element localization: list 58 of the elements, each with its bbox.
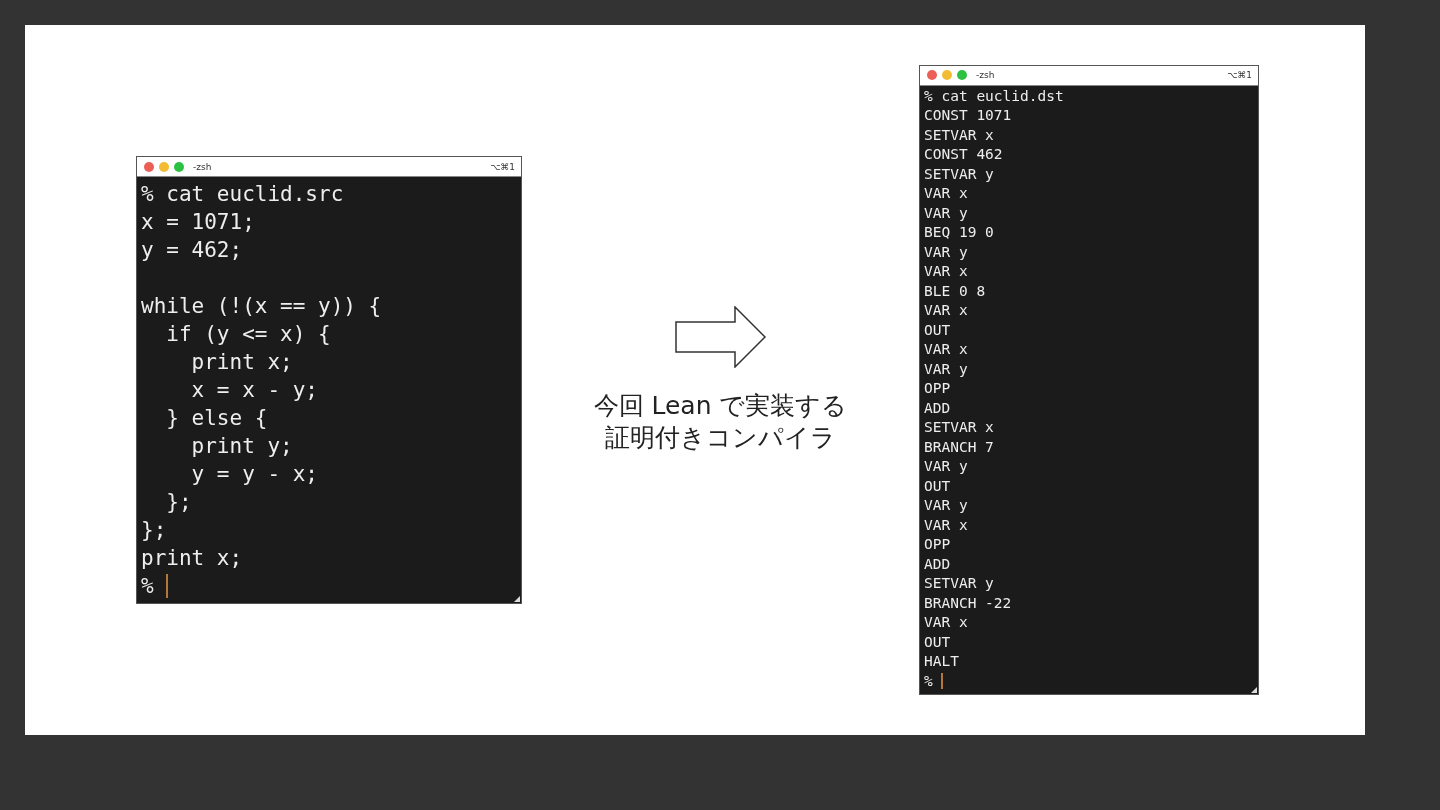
shortcut-label: ⌥⌘1: [489, 161, 515, 172]
terminal-line: BLE 0 8: [924, 281, 987, 301]
terminal-line: VAR x: [924, 515, 969, 535]
shortcut-label: ⌥⌘1: [1226, 70, 1252, 81]
window-title: -zsh: [976, 70, 995, 81]
terminal-line: BRANCH -22: [924, 593, 1013, 613]
terminal-line: VAR y: [924, 242, 969, 262]
terminal-line: % cat euclid.dst: [924, 86, 1065, 106]
text-cursor: [166, 574, 168, 598]
terminal-line: SETVAR y: [924, 574, 995, 593]
terminal-line: VAR x: [924, 262, 969, 281]
terminal-line: BEQ 19 0: [924, 223, 995, 242]
terminal-line: VAR y: [924, 457, 969, 476]
terminal-line: y = y - x;: [190, 461, 319, 488]
window-controls-icon[interactable]: [143, 160, 185, 173]
terminal-line: VAR x: [924, 301, 969, 320]
window-controls-icon[interactable]: [926, 69, 968, 82]
terminal-line: x = 1071;: [141, 209, 256, 236]
terminal-line: print y;: [190, 433, 294, 460]
terminal-line: VAR x: [924, 613, 969, 632]
terminal-line: OPP: [924, 535, 952, 554]
terminal-line: CONST 1071: [924, 106, 1013, 125]
terminal-line: print x;: [190, 349, 294, 376]
terminal-line: while (!(x == y)) {: [141, 293, 383, 320]
terminal-line: x = x - y;: [190, 377, 319, 404]
resize-grip-icon[interactable]: [514, 596, 520, 602]
shell-prompt: %: [924, 671, 933, 691]
terminal-line: VAR y: [924, 496, 969, 515]
terminal-line: CONST 462: [924, 145, 1004, 164]
shell-prompt: %: [141, 573, 154, 600]
terminal-line: if (y <= x) {: [165, 321, 332, 348]
caption-text: 今回 Lean で実装する: [593, 390, 848, 422]
right-arrow-icon: [674, 306, 767, 368]
terminal-line: OPP: [924, 379, 952, 398]
terminal-line: OUT: [924, 320, 952, 340]
resize-grip-icon[interactable]: [1251, 687, 1257, 693]
caption-text: 証明付きコンパイラ: [605, 422, 836, 454]
terminal-line: VAR x: [924, 340, 969, 359]
terminal-line: };: [165, 489, 193, 516]
text-cursor: [941, 673, 943, 690]
terminal-line: print x;: [141, 545, 244, 572]
terminal-line: VAR y: [924, 359, 969, 379]
terminal-line: BRANCH 7: [924, 437, 995, 457]
terminal-line: y = 462;: [141, 237, 244, 264]
terminal-line: % cat euclid.src: [141, 181, 345, 208]
terminal-line: VAR x: [924, 184, 969, 203]
terminal-line: ADD: [924, 554, 952, 574]
terminal-line: OUT: [924, 476, 952, 496]
terminal-line: ADD: [924, 398, 952, 418]
terminal-line: VAR y: [924, 203, 969, 223]
terminal-line: HALT: [924, 652, 960, 671]
window-title: -zsh: [193, 161, 212, 172]
terminal-line: };: [141, 517, 168, 544]
terminal-line: OUT: [924, 632, 952, 652]
terminal-line: SETVAR x: [924, 418, 995, 437]
terminal-line: } else {: [165, 405, 269, 432]
terminal-line: SETVAR y: [924, 164, 995, 184]
terminal-line: SETVAR x: [924, 125, 995, 145]
